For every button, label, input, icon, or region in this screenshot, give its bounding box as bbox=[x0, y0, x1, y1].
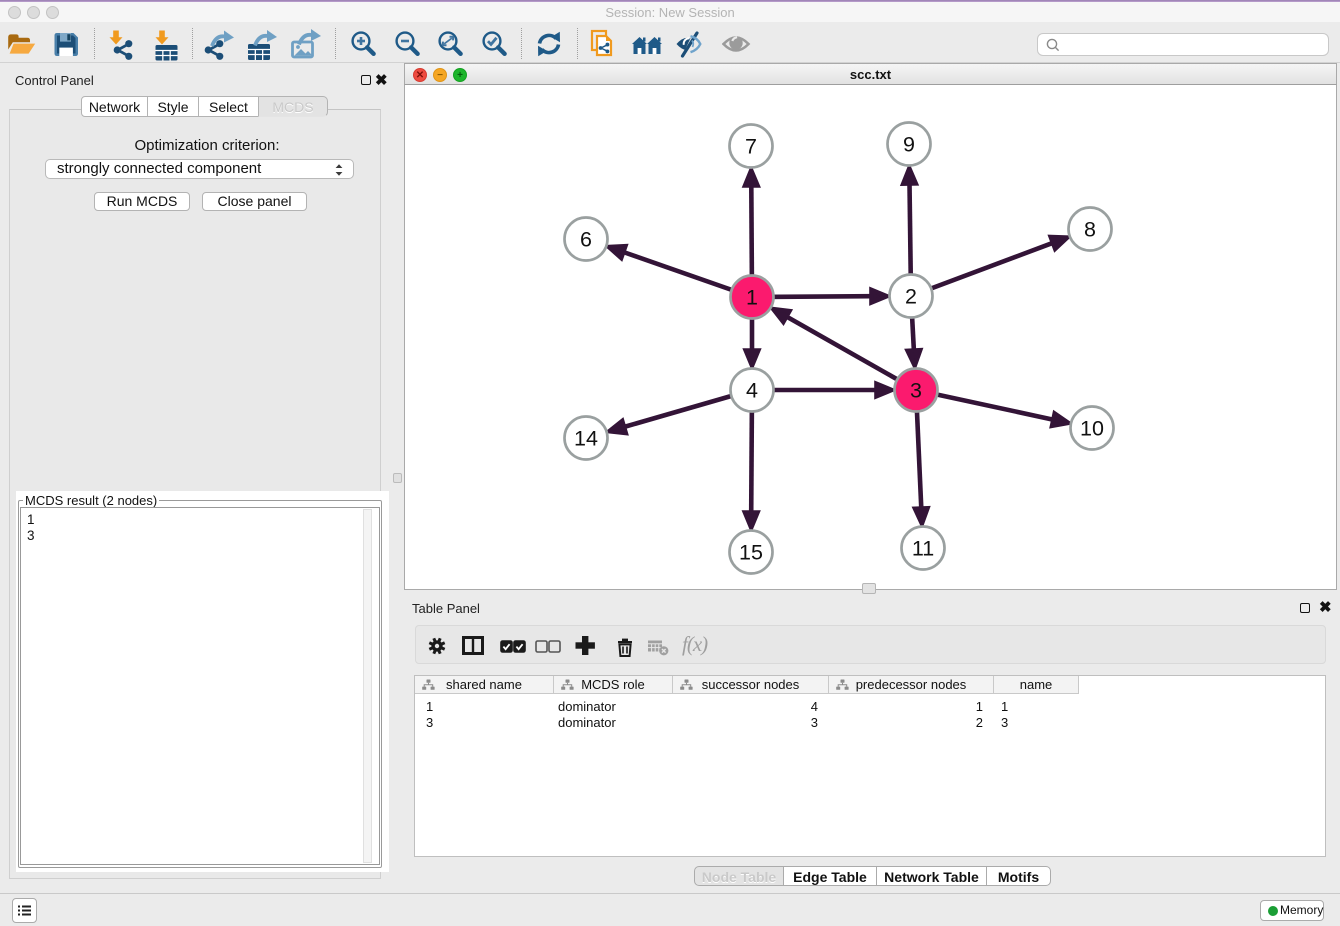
svg-text:14: 14 bbox=[574, 427, 598, 451]
svg-text:10: 10 bbox=[1080, 417, 1104, 441]
svg-text:1: 1 bbox=[746, 286, 758, 310]
svg-text:4: 4 bbox=[746, 379, 758, 403]
svg-text:9: 9 bbox=[903, 133, 915, 157]
svg-text:3: 3 bbox=[910, 379, 922, 403]
svg-text:2: 2 bbox=[905, 285, 917, 309]
svg-text:8: 8 bbox=[1084, 218, 1096, 242]
svg-text:6: 6 bbox=[580, 228, 592, 252]
svg-text:15: 15 bbox=[739, 541, 763, 565]
svg-text:7: 7 bbox=[745, 135, 757, 159]
svg-text:11: 11 bbox=[912, 537, 934, 561]
